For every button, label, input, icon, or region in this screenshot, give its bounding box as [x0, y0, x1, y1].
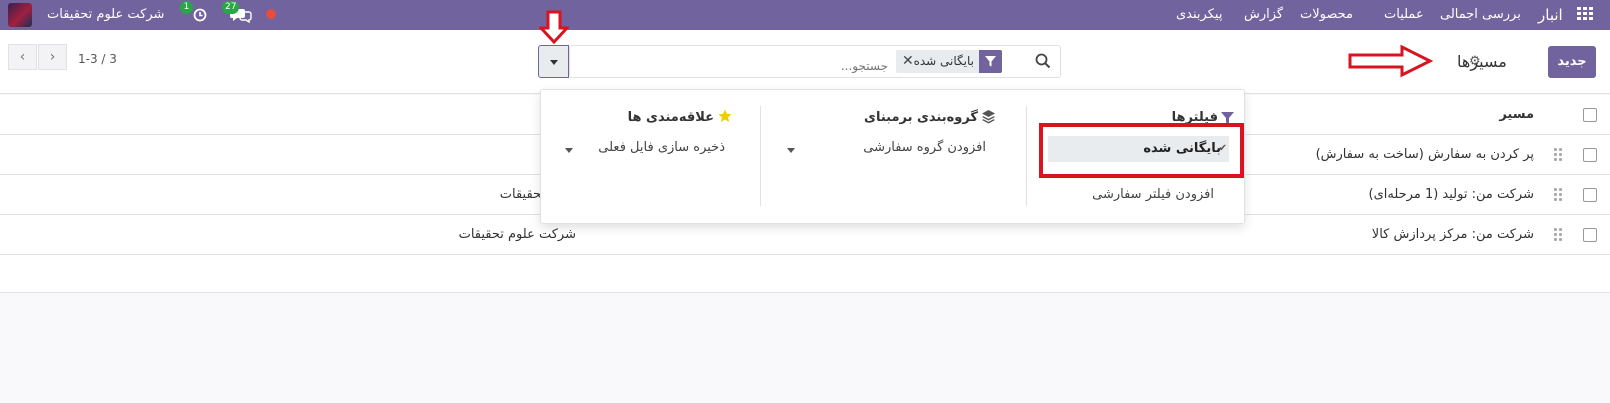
caret-down-icon[interactable]	[787, 148, 795, 153]
messages-badge: 27	[222, 1, 240, 14]
route-name: پر کردن به سفارش (ساخت به سفارش)	[1315, 147, 1534, 162]
app-title[interactable]: انبار	[1538, 0, 1563, 30]
caret-down-icon	[550, 60, 558, 65]
pager-prev-button[interactable]: ‹	[8, 44, 37, 70]
search-input[interactable]	[580, 56, 888, 76]
drag-handle-icon[interactable]	[1554, 188, 1564, 202]
activities-badge: 1	[180, 1, 193, 14]
select-all-checkbox[interactable]	[1583, 108, 1597, 122]
menu-operations[interactable]: عملیات	[1384, 0, 1424, 30]
menu-overview[interactable]: بررسی اجمالی	[1440, 0, 1521, 30]
row-checkbox[interactable]	[1583, 148, 1597, 162]
filter-icon	[979, 50, 1002, 73]
groupby-title: گروه‌بندی برمبنای	[864, 110, 978, 125]
activity-clock-icon[interactable]	[193, 8, 207, 26]
menu-configuration[interactable]: پیکربندی	[1176, 0, 1222, 30]
drag-handle-icon[interactable]	[1554, 148, 1564, 162]
top-navbar: انبار بررسی اجمالی عملیات محصولات گزارش …	[0, 0, 1610, 30]
new-button[interactable]: جدید	[1548, 46, 1596, 78]
facet-label: بایگانی شده	[913, 54, 974, 68]
favorites-title: علاقه‌مندی ها	[627, 110, 714, 125]
column-divider	[760, 106, 761, 206]
annotation-arrow-down-icon	[537, 10, 571, 48]
facet-remove-icon[interactable]: ✕	[902, 50, 914, 73]
user-avatar[interactable]	[8, 3, 32, 27]
empty-row	[0, 255, 1610, 293]
menu-products[interactable]: محصولات	[1300, 0, 1353, 30]
star-icon	[718, 109, 732, 127]
menu-reporting[interactable]: گزارش	[1244, 0, 1283, 30]
pager-value[interactable]: 1-3 / 3	[78, 52, 117, 66]
pager-next-button[interactable]: ›	[38, 44, 67, 70]
control-panel: جدید مسیرها ⚙ بایگانی شده ✕ 1-3 / 3 › ‹	[0, 30, 1610, 94]
status-dot-icon[interactable]	[266, 9, 276, 19]
breadcrumb: مسیرها	[1457, 52, 1507, 71]
add-custom-group[interactable]: افزودن گروه سفارشی	[863, 140, 986, 155]
search-icon[interactable]	[1035, 53, 1051, 69]
search-options-toggle[interactable]	[538, 45, 569, 78]
row-checkbox[interactable]	[1583, 188, 1597, 202]
annotation-highlight-box	[1039, 123, 1244, 178]
save-current-search[interactable]: ذخیره سازی فایل فعلی	[598, 140, 725, 155]
search-facet[interactable]: بایگانی شده ✕	[896, 50, 1002, 73]
company-switcher[interactable]: شرکت علوم تحقیقات	[47, 0, 164, 30]
layers-icon	[981, 109, 996, 128]
route-name: شرکت من: مرکز پردازش کالا	[1371, 227, 1534, 242]
add-custom-filter[interactable]: افزودن فیلتر سفارشی	[1092, 187, 1214, 202]
column-divider	[1026, 106, 1027, 206]
annotation-arrow-right-icon	[1348, 44, 1434, 82]
route-name: شرکت من: تولید (1 مرحله‌ای)	[1368, 187, 1535, 202]
apps-grid-icon[interactable]	[1577, 7, 1594, 22]
gear-icon[interactable]: ⚙	[1469, 54, 1481, 69]
row-checkbox[interactable]	[1583, 228, 1597, 242]
drag-handle-icon[interactable]	[1554, 228, 1564, 242]
column-header-route[interactable]: مسیر	[1499, 95, 1534, 135]
caret-down-icon[interactable]	[565, 148, 573, 153]
